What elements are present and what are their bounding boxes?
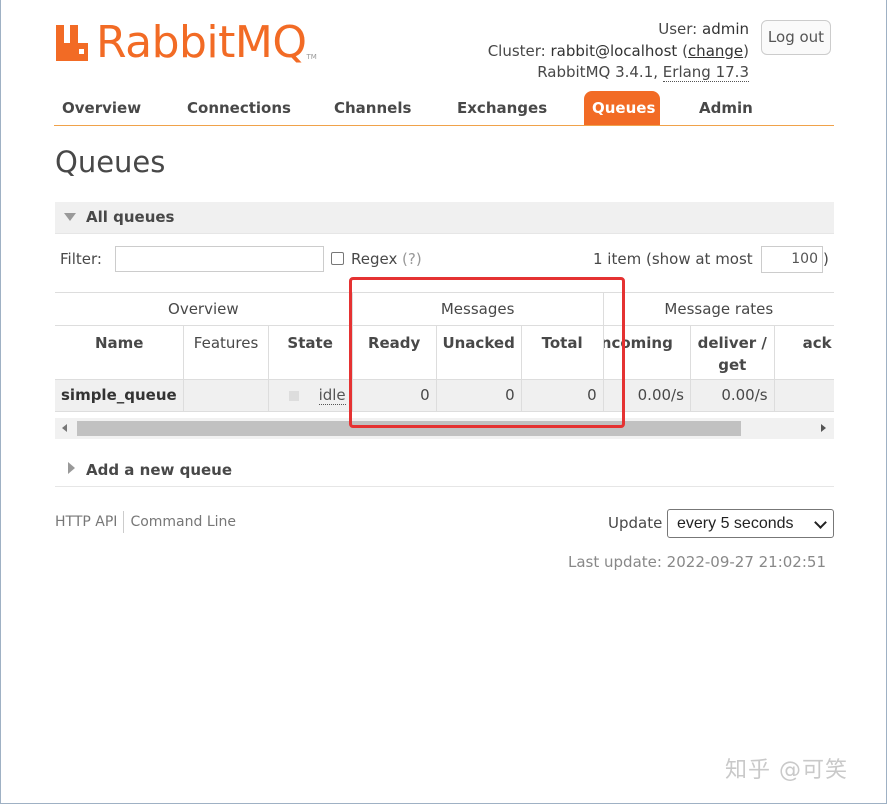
chevron-down-icon (814, 516, 827, 529)
user-value: admin (702, 20, 749, 38)
cluster-label: Cluster: (487, 41, 546, 60)
state-indicator-icon (288, 390, 299, 401)
column-header-features: Features (183, 325, 269, 380)
http-api-link[interactable]: HTTP API (55, 514, 117, 530)
version-text: RabbitMQ 3.4.1, (537, 63, 659, 81)
update-interval-value: every 5 seconds (677, 515, 794, 532)
tab-admin[interactable]: Admin (691, 91, 761, 125)
regex-label: Regex (351, 250, 398, 268)
page-title: Queues (55, 145, 166, 179)
update-interval-select[interactable]: every 5 seconds (667, 509, 834, 538)
tab-overview[interactable]: Overview (54, 91, 149, 125)
queue-features (183, 379, 269, 412)
logo-text: RabbitMQ (96, 17, 307, 68)
filter-input[interactable] (115, 246, 324, 272)
column-header-deliver-get[interactable]: deliver / get (689, 325, 775, 380)
scroll-right-arrow-icon[interactable] (821, 424, 826, 432)
triangle-right-icon (68, 462, 75, 474)
filter-label: Filter: (60, 250, 102, 268)
all-queues-section-toggle[interactable]: All queues (55, 202, 834, 234)
logout-button[interactable]: Log out (761, 20, 831, 55)
regex-checkbox[interactable] (331, 252, 344, 265)
section-label: All queues (86, 208, 175, 226)
messages-highlight-box (349, 277, 625, 428)
triangle-down-icon (64, 213, 76, 221)
max-items-input[interactable]: 100 (761, 246, 823, 273)
column-header-state[interactable]: State (267, 325, 353, 380)
column-header-ack[interactable]: ack (773, 325, 834, 380)
rabbitmq-logo: RabbitMQ TM (54, 21, 317, 65)
count-close-paren: ) (823, 250, 829, 268)
group-header-overview: Overview (55, 293, 353, 326)
login-info: User: admin Cluster: rabbit@localhost (c… (487, 20, 749, 82)
tab-exchanges[interactable]: Exchanges (449, 91, 555, 125)
rate-ack (773, 379, 834, 412)
tab-connections[interactable]: Connections (179, 91, 299, 125)
update-label: Update (608, 514, 663, 532)
column-header-name[interactable]: Name (55, 325, 184, 380)
command-line-link[interactable]: Command Line (130, 514, 236, 530)
user-label: User: (658, 20, 698, 38)
state-text: idle (318, 386, 346, 405)
tab-channels[interactable]: Channels (326, 91, 419, 125)
regex-help-link[interactable]: (?) (402, 250, 422, 268)
watermark: 知乎 @可笑 (725, 758, 848, 783)
last-update-text: Last update: 2022-09-27 21:02:51 (568, 553, 826, 571)
footer-divider (123, 511, 125, 533)
queue-state: idle (267, 379, 353, 412)
add-queue-section-toggle[interactable]: Add a new queue (55, 454, 834, 487)
change-cluster-link[interactable]: change (688, 42, 743, 60)
rate-deliver-get: 0.00/s (689, 379, 775, 412)
add-queue-label: Add a new queue (86, 461, 233, 479)
main-nav-tabs: Overview Connections Channels Exchanges … (54, 91, 834, 126)
queue-name-link[interactable]: simple_queue (55, 379, 184, 412)
footer-links: HTTP API Command Line (55, 511, 236, 533)
scroll-left-arrow-icon[interactable] (62, 424, 67, 432)
tab-queues[interactable]: Queues (584, 91, 660, 125)
group-header-message-rates: Message rates (602, 293, 834, 326)
rabbit-logo-icon (56, 25, 88, 61)
erlang-version: Erlang 17.3 (662, 63, 749, 82)
item-count-text: 1 item (show at most (593, 250, 753, 268)
logo-trademark: TM (306, 53, 317, 61)
cluster-value: rabbit@localhost (550, 41, 678, 60)
